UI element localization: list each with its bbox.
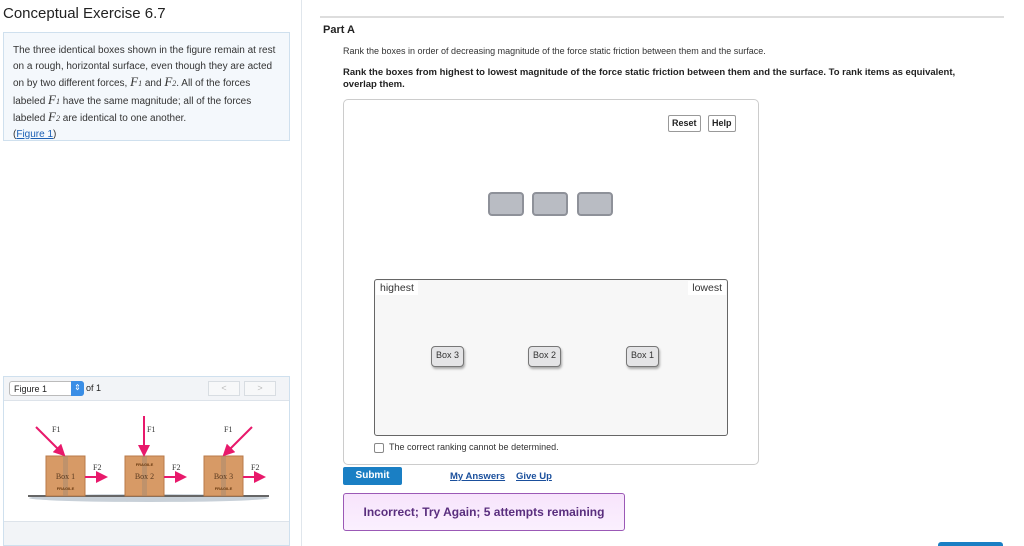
ranking-drop-area[interactable]: highest lowest Box 3 Box 2 Box 1	[374, 279, 728, 436]
figure-footer	[4, 521, 289, 545]
fragile-stamp: FRAGILE	[215, 486, 233, 491]
figure-toolbar: Figure 1 ⇕ of 1 < >	[4, 377, 289, 401]
panel-divider	[301, 0, 302, 546]
fragile-stamp: FRAGILE	[136, 462, 154, 467]
rank-item-box-1[interactable]: Box 1	[626, 346, 660, 367]
problem-text: and	[144, 78, 162, 89]
force-f2-symbol: F2	[164, 74, 177, 89]
my-answers-link[interactable]: My Answers	[450, 471, 505, 482]
question-text: Rank the boxes in order of decreasing ma…	[343, 46, 766, 56]
f1-label: F1	[224, 425, 232, 434]
submit-button[interactable]: Submit	[343, 467, 402, 485]
give-up-link[interactable]: Give Up	[516, 471, 552, 482]
cannot-determine-option[interactable]: The correct ranking cannot be determined…	[374, 442, 559, 453]
problem-text: are identical to one another.	[62, 113, 187, 124]
cannot-determine-label: The correct ranking cannot be determined…	[389, 442, 559, 452]
rank-item-box-3[interactable]: Box 3	[431, 346, 465, 367]
force-f1-symbol: F1	[48, 91, 60, 107]
rank-item-box-2[interactable]: Box 2	[528, 346, 562, 367]
highest-label: highest	[376, 281, 418, 295]
figure-panel: Figure 1 ⇕ of 1 < > Box 1 FRAGILE F1 F2 Box 2…	[3, 376, 290, 546]
figure-image: Box 1 FRAGILE F1 F2 Box 2 FRAGILE F1 F2 Box 3 FRA…	[28, 416, 269, 502]
force-f1-symbol: F1	[130, 74, 143, 89]
figure-link[interactable]: Figure 1	[16, 129, 53, 140]
ranking-widget: Reset Help highest lowest Box 3 Box 2 Bo…	[343, 99, 759, 465]
page-title: Conceptual Exercise 6.7	[3, 5, 166, 22]
cannot-determine-checkbox[interactable]	[374, 442, 384, 453]
instructions-text: Rank the boxes from highest to lowest ma…	[343, 67, 956, 90]
box-label: Box 1	[56, 472, 75, 481]
figure-count: of 1	[86, 383, 102, 393]
figure-select[interactable]: Figure 1 ⇕	[9, 381, 84, 396]
f1-label: F1	[147, 425, 155, 434]
help-button[interactable]: Help	[708, 115, 736, 132]
empty-item-slot	[577, 192, 613, 216]
empty-item-slot	[532, 192, 568, 216]
select-spinner-icon: ⇕	[71, 381, 84, 396]
prev-figure-button[interactable]: <	[208, 381, 240, 396]
next-figure-button[interactable]: >	[244, 381, 276, 396]
fragile-stamp: FRAGILE	[57, 486, 75, 491]
box-label: Box 2	[135, 472, 154, 481]
f1-label: F1	[52, 425, 60, 434]
box-label: Box 3	[214, 472, 233, 481]
section-divider	[320, 16, 1004, 18]
f2-label: F2	[251, 463, 259, 472]
feedback-message: Incorrect; Try Again; 5 attempts remaini…	[343, 493, 625, 531]
f2-label: F2	[93, 463, 101, 472]
problem-statement: The three identical boxes shown in the f…	[3, 32, 290, 141]
empty-item-slot	[488, 192, 524, 216]
part-label: Part A	[323, 24, 355, 36]
force-f2-symbol: F2	[48, 109, 60, 124]
bottom-button-edge[interactable]	[938, 542, 1003, 546]
lowest-label: lowest	[688, 281, 726, 295]
f2-label: F2	[172, 463, 180, 472]
reset-button[interactable]: Reset	[668, 115, 701, 132]
